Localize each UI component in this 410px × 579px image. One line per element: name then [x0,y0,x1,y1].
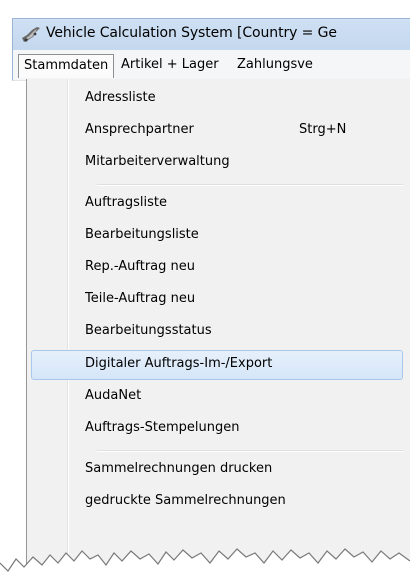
menu-item-label: Mitarbeiterverwaltung [85,154,230,169]
menu-item-bearbeitungsstatus[interactable]: Bearbeitungsstatus [31,318,403,346]
menu-item-label: Auftragsliste [85,195,168,210]
menu-separator [97,450,403,452]
application-window: Vehicle Calculation System [Country = Ge… [0,0,410,579]
menu-bar: Stammdaten Artikel + Lager Zahlungsve [12,50,410,81]
menu-separator [97,184,403,186]
app-icon [21,26,41,43]
menu-item-mitarbeiterverwaltung[interactable]: Mitarbeiterverwaltung [31,149,403,177]
title-bar[interactable]: Vehicle Calculation System [Country = Ge [12,18,410,51]
menu-item-shortcut: Strg+N [299,122,347,137]
menu-item-label: Rep.-Auftrag neu [85,259,195,274]
menu-item-label: gedruckte Sammelrechnungen [85,493,286,508]
menu-item-ansprechpartner[interactable]: Ansprechpartner Strg+N [31,117,403,145]
menu-item-label: Bearbeitungsliste [85,227,199,242]
menu-item-digitaler-auftrags-export[interactable]: Digitaler Auftrags-Im-/Export [31,350,403,380]
menu-item-gedruckte-sammelrechnungen[interactable]: gedruckte Sammelrechnungen [31,488,403,516]
menu-item-adressliste[interactable]: Adressliste [31,85,403,113]
menu-item-label: Adressliste [85,90,156,105]
menu-item-audanet[interactable]: AudaNet [31,383,403,411]
menu-item-rep-auftrag-neu[interactable]: Rep.-Auftrag neu [31,254,403,282]
menu-item-sammelrechnungen-drucken[interactable]: Sammelrechnungen drucken [31,456,403,484]
menu-item-teile-auftrag-neu[interactable]: Teile-Auftrag neu [31,286,403,314]
menu-item-label: Digitaler Auftrags-Im-/Export [85,356,273,371]
menu-item-bearbeitungsliste[interactable]: Bearbeitungsliste [31,222,403,250]
menu-item-label: Teile-Auftrag neu [85,291,196,306]
window-title: Vehicle Calculation System [Country = Ge [46,25,337,41]
stammdaten-dropdown-menu: Adressliste Ansprechpartner Strg+N Mitar… [26,79,410,579]
menu-item-label: Ansprechpartner [85,122,194,137]
menu-item-auftrags-stempelungen[interactable]: Auftrags-Stempelungen [31,415,403,443]
menu-artikel-lager[interactable]: Artikel + Lager [116,54,224,76]
menu-item-label: AudaNet [85,388,142,403]
menu-item-auftragsliste[interactable]: Auftragsliste [31,190,403,218]
menu-item-label: Bearbeitungsstatus [85,323,212,338]
menu-stammdaten[interactable]: Stammdaten [18,54,115,78]
torn-edge-decoration [0,548,410,579]
menu-item-label: Auftrags-Stempelungen [85,420,240,435]
menu-item-label: Sammelrechnungen drucken [85,461,273,476]
menu-zahlungsverkehr[interactable]: Zahlungsve [232,54,318,76]
